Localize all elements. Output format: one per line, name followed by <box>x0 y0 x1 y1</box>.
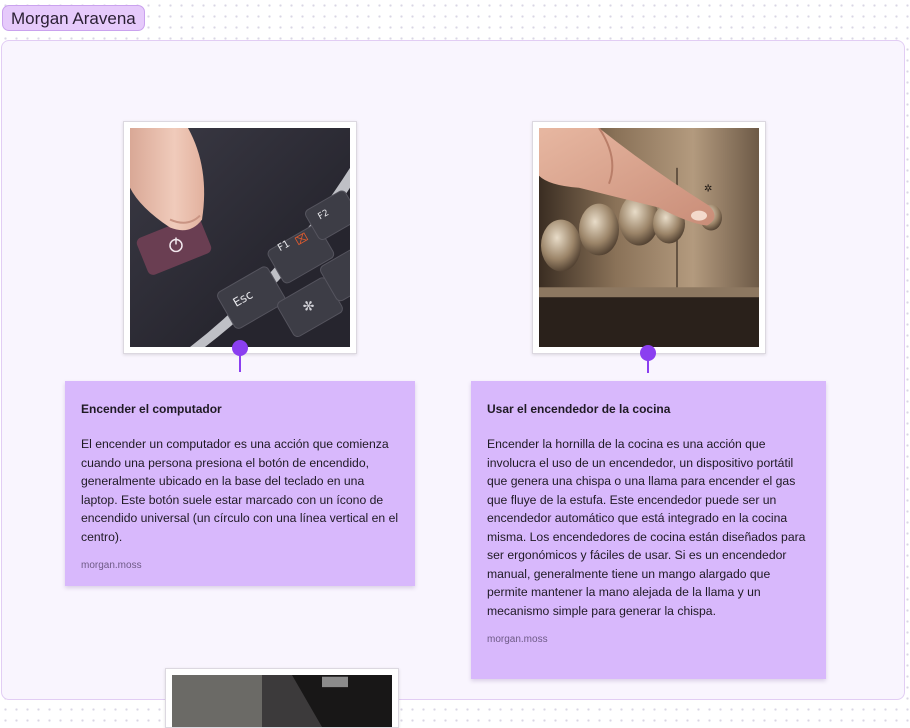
connector-pin <box>640 345 656 377</box>
sticky-note-kitchen[interactable]: Usar el encendedor de la cocina Encender… <box>471 381 826 679</box>
laptop-power-button-photo[interactable]: F1 ⌧ F2 Esc ✻ <box>123 121 357 354</box>
pin-stem <box>647 357 649 373</box>
note-title: Encender el computador <box>81 402 222 416</box>
note-author: morgan.moss <box>81 560 142 571</box>
frame-title[interactable]: Morgan Aravena <box>2 5 145 31</box>
spark-icon: ✲ <box>704 184 712 195</box>
note-body: El encender un computador es una acción … <box>81 437 399 544</box>
sticky-note-computer[interactable]: Encender el computador El encender un co… <box>65 381 415 586</box>
note-author: morgan.moss <box>487 634 548 645</box>
third-photo[interactable] <box>165 668 399 728</box>
connector-pin <box>232 340 248 372</box>
note-title: Usar el encendedor de la cocina <box>487 402 671 416</box>
pin-stem <box>239 352 241 372</box>
stove-knob-photo[interactable]: ✲ <box>532 121 766 354</box>
third-photo-image <box>172 675 392 727</box>
stove-knob-image: ✲ <box>539 128 759 347</box>
laptop-keyboard-image: F1 ⌧ F2 Esc ✻ <box>130 128 350 347</box>
note-body: Encender la hornilla de la cocina es una… <box>487 437 806 618</box>
